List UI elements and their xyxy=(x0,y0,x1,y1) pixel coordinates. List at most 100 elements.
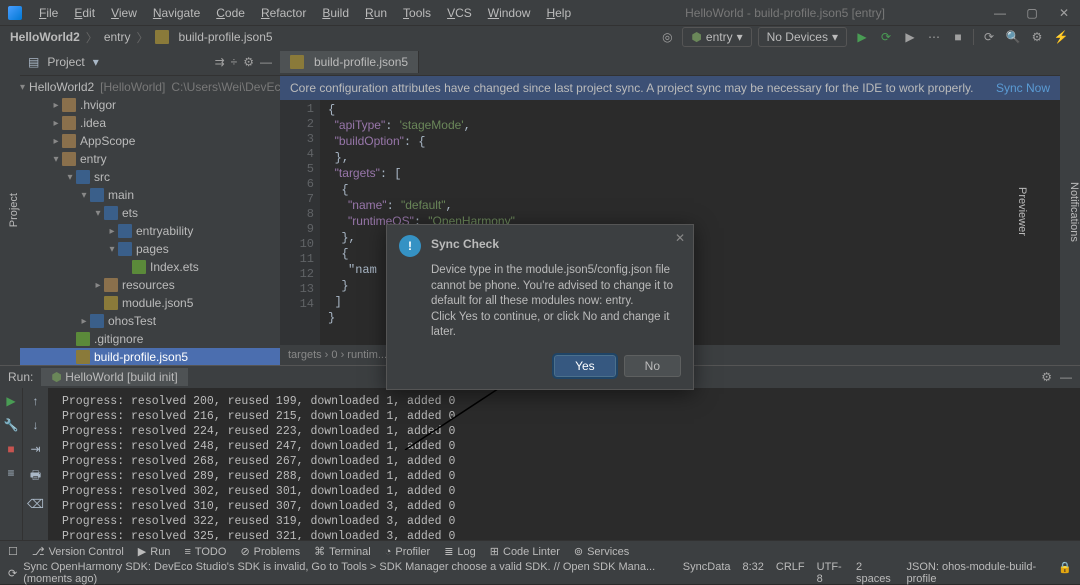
attach-debugger-button[interactable]: ⋯ xyxy=(925,28,943,46)
menu-navigate[interactable]: Navigate xyxy=(146,3,207,23)
caret-position[interactable]: 8:32 xyxy=(743,561,764,585)
sync-icon[interactable]: ⟳ xyxy=(980,28,998,46)
clear-icon[interactable]: ⌫ xyxy=(27,497,44,511)
project-view-title[interactable]: Project xyxy=(47,55,84,69)
device-dropdown[interactable]: No Devices ▾ xyxy=(758,27,847,47)
run-tools-primary: ▶ 🔧 ■ ≡ xyxy=(0,388,22,540)
bottom-problems[interactable]: ⊘ Problems xyxy=(240,545,300,558)
tree-label: ohosTest xyxy=(108,314,156,328)
tree-item--gitignore[interactable]: .gitignore xyxy=(20,330,280,348)
menu-code[interactable]: Code xyxy=(209,3,252,23)
tree-item-appscope[interactable]: ▸AppScope xyxy=(20,132,280,150)
tree-item--idea[interactable]: ▸.idea xyxy=(20,114,280,132)
panel-settings-icon[interactable]: ⚙ xyxy=(243,55,254,69)
chevron-down-icon: ▾ xyxy=(737,30,743,44)
tool-icon: ≣ xyxy=(444,545,453,558)
run-config-dropdown[interactable]: ⬢ entry ▾ xyxy=(682,27,751,47)
menu-tools[interactable]: Tools xyxy=(396,3,438,23)
hide-run-panel-icon[interactable]: — xyxy=(1060,370,1072,384)
chevron-icon: ▸ xyxy=(50,100,62,111)
tools-icon[interactable]: 🔧 xyxy=(4,418,19,432)
no-button[interactable]: No xyxy=(624,355,681,377)
dialog-close-button[interactable]: ✕ xyxy=(675,231,685,245)
tree-item-entry[interactable]: ▾entry xyxy=(20,150,280,168)
tree-item-ohostest[interactable]: ▸ohosTest xyxy=(20,312,280,330)
rerun-button[interactable]: ▶ xyxy=(6,394,15,408)
bottom-log[interactable]: ≣ Log xyxy=(444,545,476,558)
breadcrumb-item[interactable]: build-profile.json5 xyxy=(179,30,273,44)
menu-help[interactable]: Help xyxy=(539,3,578,23)
bottom-version-control[interactable]: ⎇ Version Control xyxy=(32,545,124,558)
editor-tab-label: build-profile.json5 xyxy=(314,55,408,69)
bottom-services[interactable]: ⊚ Services xyxy=(574,545,629,558)
print-icon[interactable]: 🖶 xyxy=(30,466,41,487)
yes-button[interactable]: Yes xyxy=(554,355,616,377)
tree-item-pages[interactable]: ▾pages xyxy=(20,240,280,258)
breadcrumb-item[interactable]: entry xyxy=(104,30,131,44)
stop-icon[interactable]: ■ xyxy=(7,442,14,456)
tree-item-index-ets[interactable]: Index.ets xyxy=(20,258,280,276)
menu-window[interactable]: Window xyxy=(481,3,538,23)
line-ending[interactable]: CRLF xyxy=(776,561,805,585)
search-icon[interactable]: 🔍 xyxy=(1004,28,1022,46)
project-tool-button[interactable]: Project xyxy=(8,193,20,227)
wrap-icon[interactable]: ⇥ xyxy=(30,442,40,456)
up-icon[interactable]: ↑ xyxy=(33,394,39,408)
menu-vcs[interactable]: VCS xyxy=(440,3,479,23)
editor-breadcrumb-path: targets › 0 › runtim... xyxy=(288,349,387,361)
tree-item-ets[interactable]: ▾ets xyxy=(20,204,280,222)
menu-run[interactable]: Run xyxy=(358,3,394,23)
bottom-code-linter[interactable]: ⊞ Code Linter xyxy=(490,545,560,558)
folder-icon xyxy=(62,134,76,148)
debug-button[interactable]: ⟳ xyxy=(877,28,895,46)
project-tree[interactable]: ▾HelloWorld2 [HelloWorld] C:\Users\Wei\D… xyxy=(20,76,280,365)
file-icon xyxy=(76,332,90,346)
target-icon[interactable]: ◎ xyxy=(658,28,676,46)
menu-view[interactable]: View xyxy=(104,3,144,23)
tree-item-main[interactable]: ▾main xyxy=(20,186,280,204)
coverage-button[interactable]: ▶ xyxy=(901,28,919,46)
close-button[interactable]: ✕ xyxy=(1056,6,1072,20)
tree-item--hvigor[interactable]: ▸.hvigor xyxy=(20,96,280,114)
tree-item-module-json5[interactable]: module.json5 xyxy=(20,294,280,312)
menu-build[interactable]: Build xyxy=(315,3,356,23)
schema-status[interactable]: JSON: ohos-module-build-profile xyxy=(907,561,1047,585)
tree-item-resources[interactable]: ▸resources xyxy=(20,276,280,294)
bottom-run[interactable]: ▶ Run xyxy=(138,545,171,558)
collapse-icon[interactable]: ÷ xyxy=(231,55,238,69)
tree-item-build-profile-json5[interactable]: build-profile.json5 xyxy=(20,348,280,365)
menu-edit[interactable]: Edit xyxy=(67,3,102,23)
bottom-profiler[interactable]: ◔ Profiler xyxy=(385,546,431,558)
expand-icon[interactable]: ⇉ xyxy=(215,55,225,69)
indent-setting[interactable]: 2 spaces xyxy=(856,561,895,585)
sync-data-status[interactable]: SyncData xyxy=(683,561,731,585)
menu-file[interactable]: File xyxy=(32,3,65,23)
tree-label: pages xyxy=(136,242,169,256)
notifications-icon[interactable]: ⚡ xyxy=(1052,28,1070,46)
run-settings-icon[interactable]: ⚙ xyxy=(1041,370,1052,384)
stop-button[interactable]: ■ xyxy=(949,28,967,46)
down-icon[interactable]: ↓ xyxy=(33,418,39,432)
notifications-tool-button[interactable]: Notifications xyxy=(1068,58,1080,365)
run-button[interactable]: ▶ xyxy=(853,28,871,46)
tool-icon: ⊚ xyxy=(574,545,583,558)
lock-icon[interactable]: 🔒 xyxy=(1058,561,1072,585)
bottom-todo[interactable]: ≡ TODO xyxy=(184,546,226,558)
run-tab[interactable]: ⬢ HelloWorld [build init] xyxy=(41,368,187,386)
status-message[interactable]: Sync OpenHarmony SDK: DevEco Studio's SD… xyxy=(23,561,683,585)
console-output[interactable]: Progress: resolved 200, reused 199, down… xyxy=(48,388,1080,540)
tool-icon: ≡ xyxy=(184,546,190,558)
maximize-button[interactable]: ▢ xyxy=(1024,6,1040,20)
minimize-button[interactable]: — xyxy=(992,6,1008,20)
tree-item-src[interactable]: ▾src xyxy=(20,168,280,186)
breadcrumb-root[interactable]: HelloWorld2 xyxy=(10,30,80,44)
tree-item-helloworld2[interactable]: ▾HelloWorld2 [HelloWorld] C:\Users\Wei\D… xyxy=(20,78,280,96)
editor-tab[interactable]: build-profile.json5 xyxy=(280,51,419,73)
bottom-terminal[interactable]: ⌘ Terminal xyxy=(314,545,371,558)
hide-panel-icon[interactable]: — xyxy=(260,55,272,69)
settings-icon[interactable]: ⚙ xyxy=(1028,28,1046,46)
menu-refactor[interactable]: Refactor xyxy=(254,3,313,23)
layout-icon[interactable]: ≡ xyxy=(7,466,14,480)
encoding[interactable]: UTF-8 xyxy=(817,561,844,585)
tree-item-entryability[interactable]: ▸entryability xyxy=(20,222,280,240)
